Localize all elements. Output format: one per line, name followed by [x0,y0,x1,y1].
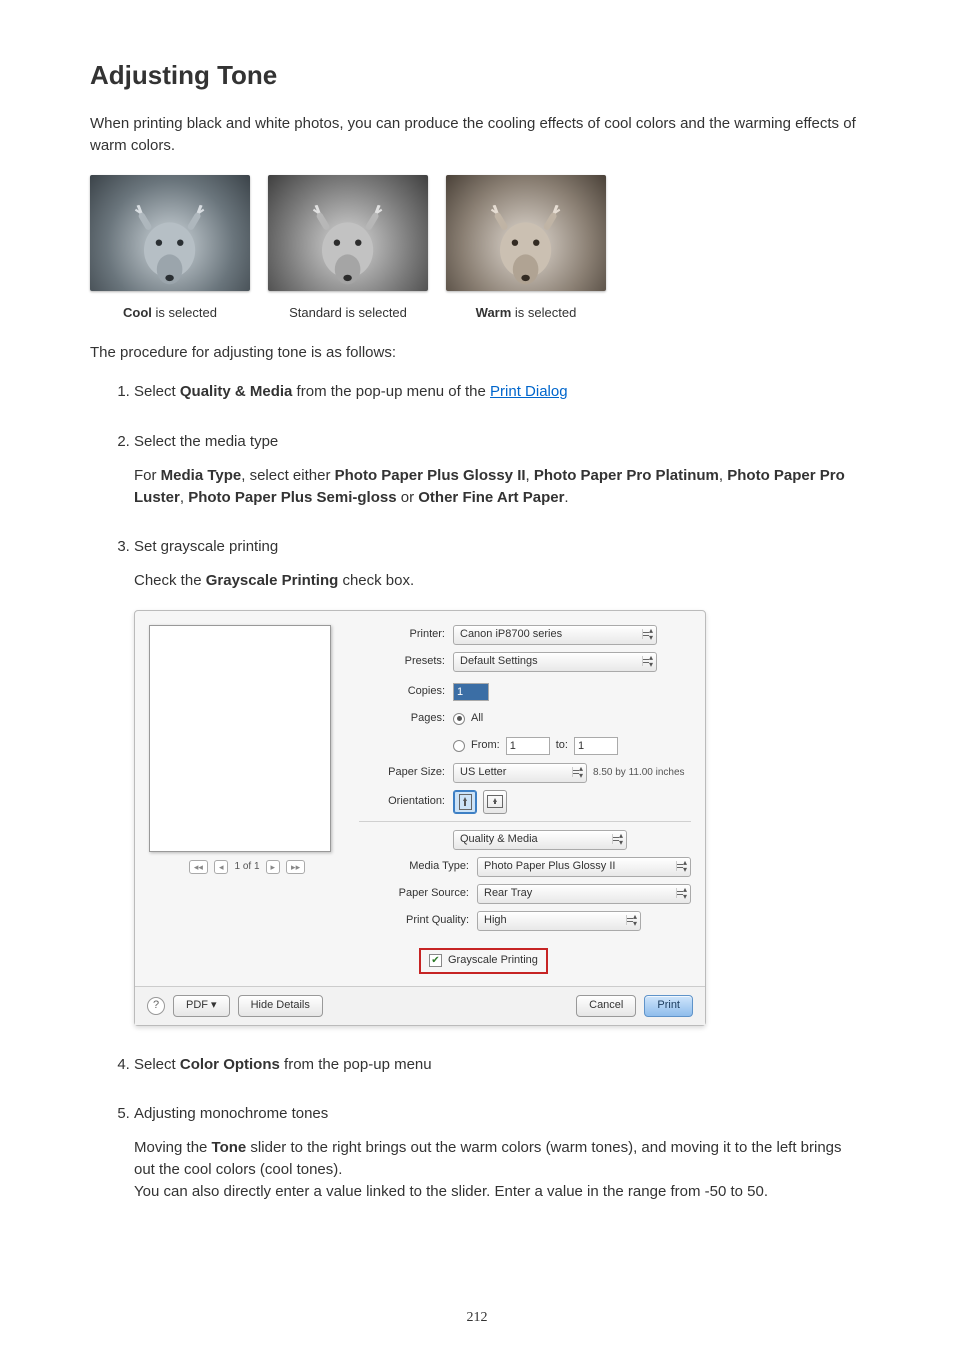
help-button[interactable]: ? [147,997,165,1015]
procedure-steps: Select Quality & Media from the pop-up m… [90,381,864,1202]
grayscale-checkbox[interactable]: ✔ [429,954,442,967]
print-dialog-link[interactable]: Print Dialog [490,383,568,400]
cancel-button[interactable]: Cancel [576,995,636,1017]
step-3: Set grayscale printing Check the Graysca… [134,536,864,1025]
example-cool [90,175,250,291]
paper-dimensions-label: 8.50 by 11.00 inches [593,766,685,781]
orientation-landscape-button[interactable] [483,790,507,814]
dialog-footer: ? PDF ▾ Hide Details Cancel Print [135,986,705,1025]
printer-select[interactable]: Canon iP8700 series▴▾ [453,625,657,645]
print-quality-select[interactable]: High▴▾ [477,911,641,931]
example-warm [446,175,606,291]
caption-warm: Warm is selected [446,305,606,320]
step-1-title: Select Quality & Media from the pop-up m… [134,381,864,403]
landscape-icon [487,795,503,808]
step-2-body: For Media Type, select either Photo Pape… [134,465,864,509]
page-title: Adjusting Tone [90,60,864,91]
paper-source-label: Paper Source: [359,886,477,902]
pager-last-button[interactable]: ▸▸ [286,860,305,874]
hide-details-button[interactable]: Hide Details [238,995,323,1017]
pager-status: 1 of 1 [234,860,259,875]
pager-prev-button[interactable]: ◂ [214,860,229,874]
divider [359,821,691,822]
orientation-portrait-button[interactable] [453,790,477,814]
orientation-label: Orientation: [359,794,453,810]
printer-label: Printer: [359,627,453,643]
page-number: 212 [0,1310,954,1326]
example-standard [268,175,428,291]
print-button[interactable]: Print [644,995,693,1017]
presets-select[interactable]: Default Settings▴▾ [453,652,657,672]
pages-to-label: to: [556,738,568,754]
preview-pager: ◂◂ ◂ 1 of 1 ▸ ▸▸ [149,860,345,875]
tone-captions: Cool is selected Standard is selected Wa… [90,305,864,320]
step-3-body: Check the Grayscale Printing check box. [134,570,864,592]
media-type-label: Media Type: [359,859,477,875]
step-2-title: Select the media type [134,431,864,453]
pages-label: Pages: [359,711,453,727]
step-5: Adjusting monochrome tones Moving the To… [134,1103,864,1202]
grayscale-label: Grayscale Printing [448,953,538,969]
copies-input[interactable]: 1 [453,683,489,701]
pager-next-button[interactable]: ▸ [266,860,281,874]
paper-size-select[interactable]: US Letter▴▾ [453,763,587,783]
pages-to-input[interactable]: 1 [574,737,618,755]
pages-all-radio[interactable] [453,713,465,725]
pages-all-label: All [471,711,483,727]
pages-range-radio[interactable] [453,740,465,752]
step-5-body: Moving the Tone slider to the right brin… [134,1137,864,1202]
print-preview [149,625,331,852]
step-4: Select Color Options from the pop-up men… [134,1054,864,1076]
step-2: Select the media type For Media Type, se… [134,431,864,508]
caption-cool: Cool is selected [90,305,250,320]
pages-from-input[interactable]: 1 [506,737,550,755]
paper-size-label: Paper Size: [359,765,453,781]
print-quality-label: Print Quality: [359,913,477,929]
section-select[interactable]: Quality & Media▴▾ [453,830,627,850]
tone-examples [90,175,864,291]
step-3-title: Set grayscale printing [134,536,864,558]
step-5-title: Adjusting monochrome tones [134,1103,864,1125]
deer-icon [274,184,421,291]
print-dialog: ◂◂ ◂ 1 of 1 ▸ ▸▸ Printer: Canon iP8700 s… [134,610,706,1026]
media-type-select[interactable]: Photo Paper Plus Glossy II▴▾ [477,857,691,877]
portrait-icon [459,794,472,810]
deer-icon [96,184,243,291]
copies-label: Copies: [359,684,453,700]
step-1: Select Quality & Media from the pop-up m… [134,381,864,403]
pdf-menu-button[interactable]: PDF ▾ [173,995,230,1017]
procedure-intro: The procedure for adjusting tone is as f… [90,342,864,364]
caption-standard: Standard is selected [268,305,428,320]
intro-paragraph: When printing black and white photos, yo… [90,113,864,157]
pages-from-label: From: [471,738,500,754]
deer-icon [452,184,599,291]
paper-source-select[interactable]: Rear Tray▴▾ [477,884,691,904]
pager-first-button[interactable]: ◂◂ [189,860,208,874]
grayscale-highlight: ✔ Grayscale Printing [419,948,548,974]
presets-label: Presets: [359,654,453,670]
step-4-title: Select Color Options from the pop-up men… [134,1054,864,1076]
